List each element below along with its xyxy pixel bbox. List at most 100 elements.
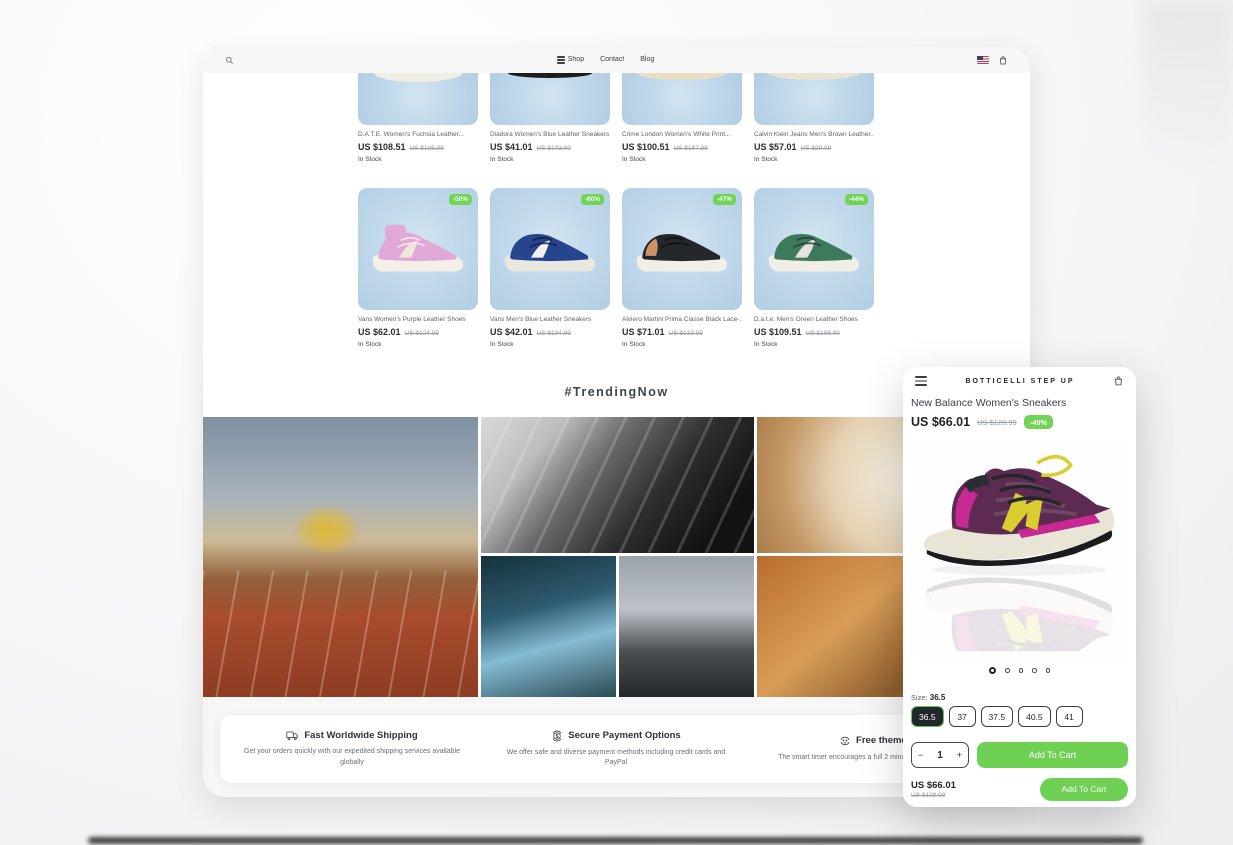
product-old-price: US $187.99 bbox=[674, 145, 708, 152]
popup-old-price: US $128.99 bbox=[977, 418, 1017, 427]
size-option-37-5[interactable]: 37.5 bbox=[981, 706, 1014, 727]
sticky-old-price: US $128.99 bbox=[911, 792, 956, 799]
product-old-price: US $103.99 bbox=[537, 145, 571, 152]
shop-menu-icon bbox=[557, 56, 565, 63]
size-option-37[interactable]: 37 bbox=[949, 706, 976, 727]
feature-description: Get your orders quickly with our expedit… bbox=[234, 747, 470, 768]
discount-badge: -47% bbox=[713, 194, 736, 205]
sticky-price-block: US $66.01 US $128.99 bbox=[911, 780, 956, 799]
product-title[interactable]: Vans Women's Purple Leather Shoes bbox=[358, 316, 478, 323]
feature-shipping: Fast Worldwide Shipping Get your orders … bbox=[220, 730, 484, 768]
feature-payment: $ Secure Payment Options We offer safe a… bbox=[484, 730, 748, 769]
features-card: Fast Worldwide Shipping Get your orders … bbox=[220, 715, 1012, 783]
feature-description: We offer safe and diverse payment method… bbox=[498, 748, 734, 769]
popup-bag-icon[interactable] bbox=[1113, 375, 1124, 387]
product-card: -47% Alviero Martini Prima Classe Black … bbox=[622, 188, 742, 348]
nav-menu: Shop Contact Blog bbox=[234, 56, 977, 63]
nav-item-contact[interactable]: Contact bbox=[600, 56, 624, 63]
product-card: Diadora Women's Blue Leather Sneakers US… bbox=[490, 73, 610, 163]
product-card: -60% Vans Men's Blue Leather Sneakers US… bbox=[490, 188, 610, 348]
carousel-dots bbox=[903, 667, 1136, 674]
product-old-price: US $186.99 bbox=[806, 330, 840, 337]
gallery-image-black-leather-boots[interactable] bbox=[481, 417, 754, 553]
carousel-dot-2[interactable] bbox=[1005, 668, 1010, 673]
popup-header: BOTTICELLI STEP UP bbox=[903, 367, 1136, 395]
quantity-minus-button[interactable]: − bbox=[918, 750, 923, 760]
product-popup: BOTTICELLI STEP UP New Balance Women's S… bbox=[903, 367, 1136, 807]
popup-price-row: US $66.01 US $128.99 -49% bbox=[903, 409, 1136, 429]
product-grid-row-2: -50% Vans Women's Purple Leather Shoes U… bbox=[358, 188, 878, 348]
product-price: US $71.01 bbox=[622, 327, 665, 337]
gallery-image-sprinter-on-track[interactable] bbox=[203, 417, 478, 697]
product-title[interactable]: D.A.T.E. Women's Fuchsia Leather... bbox=[358, 131, 478, 138]
feature-title-text: Fast Worldwide Shipping bbox=[304, 730, 417, 741]
size-option-36-5[interactable]: 36.5 bbox=[911, 706, 944, 727]
product-image[interactable] bbox=[754, 188, 874, 310]
stock-status: In Stock bbox=[754, 156, 874, 163]
blue-vans-shoe-image bbox=[498, 220, 602, 278]
product-title[interactable]: Alviero Martini Prima Classe Black Lace-… bbox=[622, 316, 742, 323]
shoe-sole-hint bbox=[637, 73, 727, 80]
product-title[interactable]: Crime London Women's White Print... bbox=[622, 131, 742, 138]
hamburger-icon[interactable] bbox=[915, 376, 927, 386]
size-label-text: Size: bbox=[911, 693, 928, 702]
gallery-image-woman-jogging[interactable] bbox=[619, 556, 754, 697]
product-price: US $42.01 bbox=[490, 327, 533, 337]
shoe-sole-hint bbox=[768, 73, 860, 80]
carousel-dot-5[interactable] bbox=[1046, 668, 1051, 673]
product-title[interactable]: Calvin Klein Jeans Men's Brown Leather..… bbox=[754, 131, 874, 138]
stock-status: In Stock bbox=[754, 341, 874, 348]
carousel-dot-1[interactable] bbox=[989, 667, 996, 674]
size-option-40-5[interactable]: 40.5 bbox=[1018, 706, 1051, 727]
product-title[interactable]: Diadora Women's Blue Leather Sneakers bbox=[490, 131, 610, 138]
product-image[interactable] bbox=[358, 188, 478, 310]
discount-badge: -44% bbox=[845, 194, 868, 205]
smile-icon bbox=[839, 735, 851, 747]
product-title[interactable]: Vans Men's Blue Leather Sneakers bbox=[490, 316, 610, 323]
product-card: D.A.T.E. Women's Fuchsia Leather... US $… bbox=[358, 73, 478, 163]
sticky-add-to-cart-button[interactable]: Add To Cart bbox=[1040, 778, 1128, 801]
top-navigation: Shop Contact Blog bbox=[203, 47, 1030, 73]
product-card: Crime London Women's White Print... US $… bbox=[622, 73, 742, 163]
backdrop-dark-bar bbox=[88, 837, 1143, 844]
product-price: US $100.51 bbox=[622, 142, 670, 152]
feature-title-text: Secure Payment Options bbox=[568, 730, 680, 741]
product-image[interactable] bbox=[490, 188, 610, 310]
stock-status: In Stock bbox=[490, 341, 610, 348]
quantity-stepper: − 1 + bbox=[911, 742, 969, 768]
size-label: Size: 36.5 bbox=[911, 693, 945, 702]
green-sneaker-shoe-image bbox=[762, 220, 866, 278]
nav-item-blog[interactable]: Blog bbox=[640, 56, 654, 63]
nav-blog-label: Blog bbox=[640, 56, 654, 63]
discount-badge: -50% bbox=[449, 194, 472, 205]
pink-hightop-shoe-image bbox=[366, 220, 470, 278]
popup-sticky-bar: US $66.01 US $128.99 Add To Cart bbox=[903, 771, 1136, 807]
product-title[interactable]: D.a.t.e. Men's Green Leather Shoes bbox=[754, 316, 874, 323]
product-image[interactable] bbox=[622, 188, 742, 310]
nav-item-shop[interactable]: Shop bbox=[557, 56, 584, 63]
us-flag-icon[interactable] bbox=[977, 56, 989, 64]
size-option-41[interactable]: 41 bbox=[1056, 706, 1083, 727]
cart-bag-icon[interactable] bbox=[998, 55, 1008, 66]
stock-status: In Stock bbox=[622, 156, 742, 163]
carousel-dot-4[interactable] bbox=[1032, 668, 1037, 673]
popup-price: US $66.01 bbox=[911, 415, 970, 429]
add-to-cart-button[interactable]: Add To Cart bbox=[977, 742, 1128, 768]
carousel-dot-3[interactable] bbox=[1019, 668, 1024, 673]
nav-right-icons bbox=[977, 55, 1008, 66]
gallery-image-blue-sneaker-closeup[interactable] bbox=[481, 556, 616, 697]
size-selector: 36.5 37 37.5 40.5 41 bbox=[911, 706, 1083, 727]
product-image[interactable] bbox=[358, 73, 478, 125]
product-image[interactable] bbox=[622, 73, 742, 125]
nav-shop-label: Shop bbox=[568, 56, 584, 63]
sticky-price: US $66.01 bbox=[911, 780, 956, 791]
popup-product-image[interactable] bbox=[911, 445, 1128, 659]
quantity-plus-button[interactable]: + bbox=[957, 750, 962, 760]
dollar-icon: $ bbox=[551, 730, 563, 742]
search-icon[interactable] bbox=[225, 56, 234, 65]
svg-text:$: $ bbox=[556, 733, 559, 739]
product-old-price: US $99.99 bbox=[801, 145, 832, 152]
product-image[interactable] bbox=[754, 73, 874, 125]
popup-actions: − 1 + Add To Cart bbox=[911, 742, 1128, 768]
product-image[interactable] bbox=[490, 73, 610, 125]
